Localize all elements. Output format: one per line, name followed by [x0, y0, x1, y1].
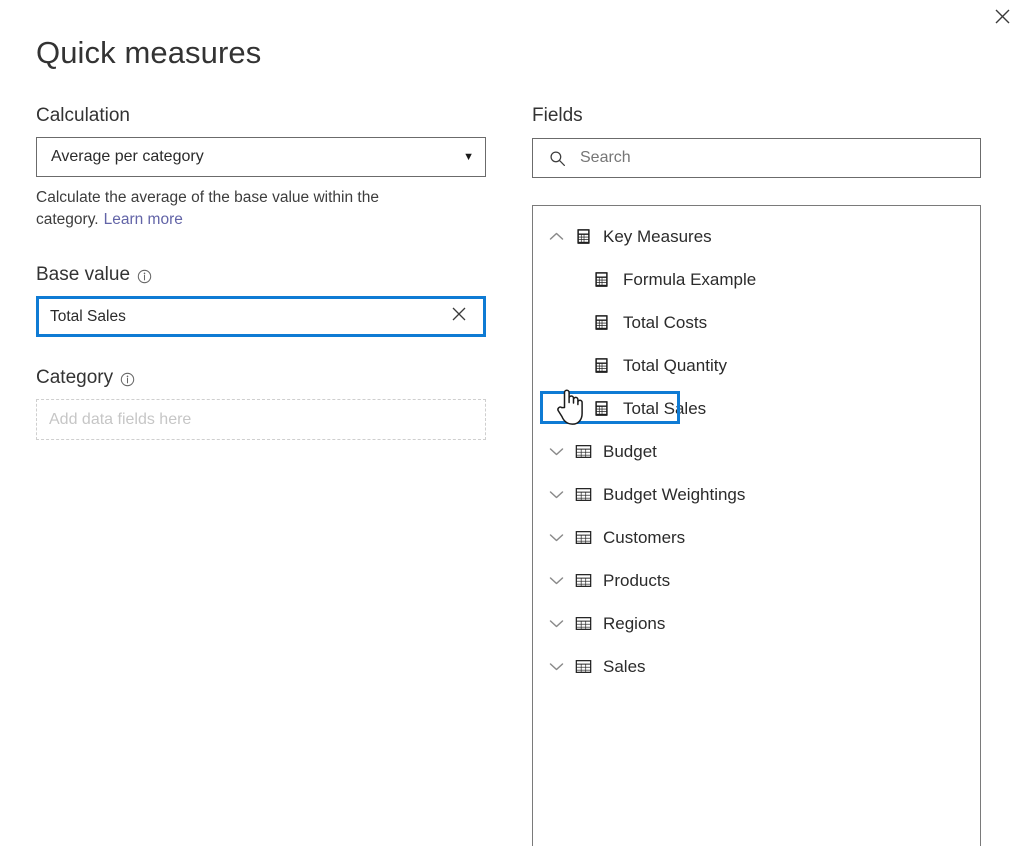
- fields-tree-item-label: Formula Example: [623, 269, 757, 289]
- calculator-icon: [587, 400, 615, 417]
- chevron-down-icon: ▼: [463, 150, 474, 163]
- calculator-icon: [587, 357, 615, 374]
- calculation-label-text: Calculation: [36, 105, 130, 126]
- fields-tree-item[interactable]: Total Quantity: [533, 344, 980, 387]
- table-icon: [569, 614, 597, 633]
- fields-tree-item-label: Total Quantity: [623, 355, 727, 375]
- info-icon[interactable]: [137, 269, 152, 284]
- fields-tree-item-label: Sales: [603, 656, 646, 676]
- chevron-down-icon[interactable]: [543, 489, 569, 500]
- calculator-icon: [569, 228, 597, 245]
- category-dropzone[interactable]: Add data fields here: [36, 399, 486, 440]
- calculation-description: Calculate the average of the base value …: [36, 187, 440, 231]
- calculator-icon: [587, 314, 615, 331]
- fields-tree-item-label: Customers: [603, 527, 686, 547]
- category-placeholder-text: Add data fields here: [49, 410, 192, 428]
- table-icon: [569, 571, 597, 590]
- fields-tree-item-label: Budget: [603, 441, 657, 461]
- close-dialog-button[interactable]: [986, 2, 1018, 30]
- fields-tree-item-label: Key Measures: [603, 226, 712, 246]
- base-value-clear-button[interactable]: [447, 305, 471, 329]
- fields-tree[interactable]: Key Measures Formula Example Total Costs…: [532, 205, 981, 846]
- fields-tree-item-label: Regions: [603, 613, 666, 633]
- table-icon: [569, 485, 597, 504]
- quick-measure-form: Calculation Average per category ▼ Calcu…: [36, 104, 488, 440]
- table-icon: [569, 657, 597, 676]
- search-icon: [549, 150, 566, 167]
- learn-more-link[interactable]: Learn more: [104, 211, 183, 228]
- fields-tree-item[interactable]: Sales: [533, 645, 980, 688]
- calculation-label: Calculation: [36, 104, 488, 128]
- fields-heading: Fields: [532, 105, 583, 126]
- fields-tree-item[interactable]: Budget Weightings: [533, 473, 980, 516]
- base-value-chip-label: Total Sales: [50, 307, 126, 325]
- base-value-label: Base value: [36, 263, 488, 287]
- calculator-icon: [587, 271, 615, 288]
- fields-tree-item[interactable]: Formula Example: [533, 258, 980, 301]
- calculation-description-text: Calculate the average of the base value …: [36, 189, 379, 228]
- fields-tree-item[interactable]: Total Sales: [533, 387, 980, 430]
- fields-tree-item[interactable]: Budget: [533, 430, 980, 473]
- close-icon: [452, 307, 466, 326]
- chevron-down-icon[interactable]: [543, 661, 569, 672]
- fields-tree-item[interactable]: Products: [533, 559, 980, 602]
- category-label-text: Category: [36, 367, 114, 388]
- fields-search-box[interactable]: [532, 138, 981, 178]
- fields-tree-item[interactable]: Regions: [533, 602, 980, 645]
- calculation-selected-value: Average per category: [51, 148, 204, 165]
- chevron-down-icon[interactable]: [543, 575, 569, 586]
- fields-tree-item[interactable]: Key Measures: [533, 215, 980, 258]
- category-label: Category: [36, 366, 488, 390]
- chevron-down-icon[interactable]: [543, 532, 569, 543]
- info-icon[interactable]: [120, 372, 135, 387]
- base-value-label-text: Base value: [36, 264, 131, 285]
- fields-panel: Fields Key Measures: [532, 104, 981, 846]
- base-value-field[interactable]: Total Sales: [36, 296, 486, 337]
- close-icon: [995, 9, 1010, 24]
- fields-tree-item[interactable]: Customers: [533, 516, 980, 559]
- fields-tree-item-label: Total Sales: [623, 398, 707, 418]
- fields-tree-item[interactable]: Total Costs: [533, 301, 980, 344]
- fields-tree-item-label: Total Costs: [623, 312, 708, 332]
- fields-tree-item-label: Budget Weightings: [603, 484, 746, 504]
- chevron-up-icon[interactable]: [543, 231, 569, 242]
- table-icon: [569, 442, 597, 461]
- chevron-down-icon[interactable]: [543, 618, 569, 629]
- chevron-down-icon[interactable]: [543, 446, 569, 457]
- calculation-select[interactable]: Average per category ▼: [36, 137, 486, 177]
- table-icon: [569, 528, 597, 547]
- search-input[interactable]: [578, 148, 970, 168]
- page-title: Quick measures: [36, 35, 262, 70]
- fields-tree-item-label: Products: [603, 570, 671, 590]
